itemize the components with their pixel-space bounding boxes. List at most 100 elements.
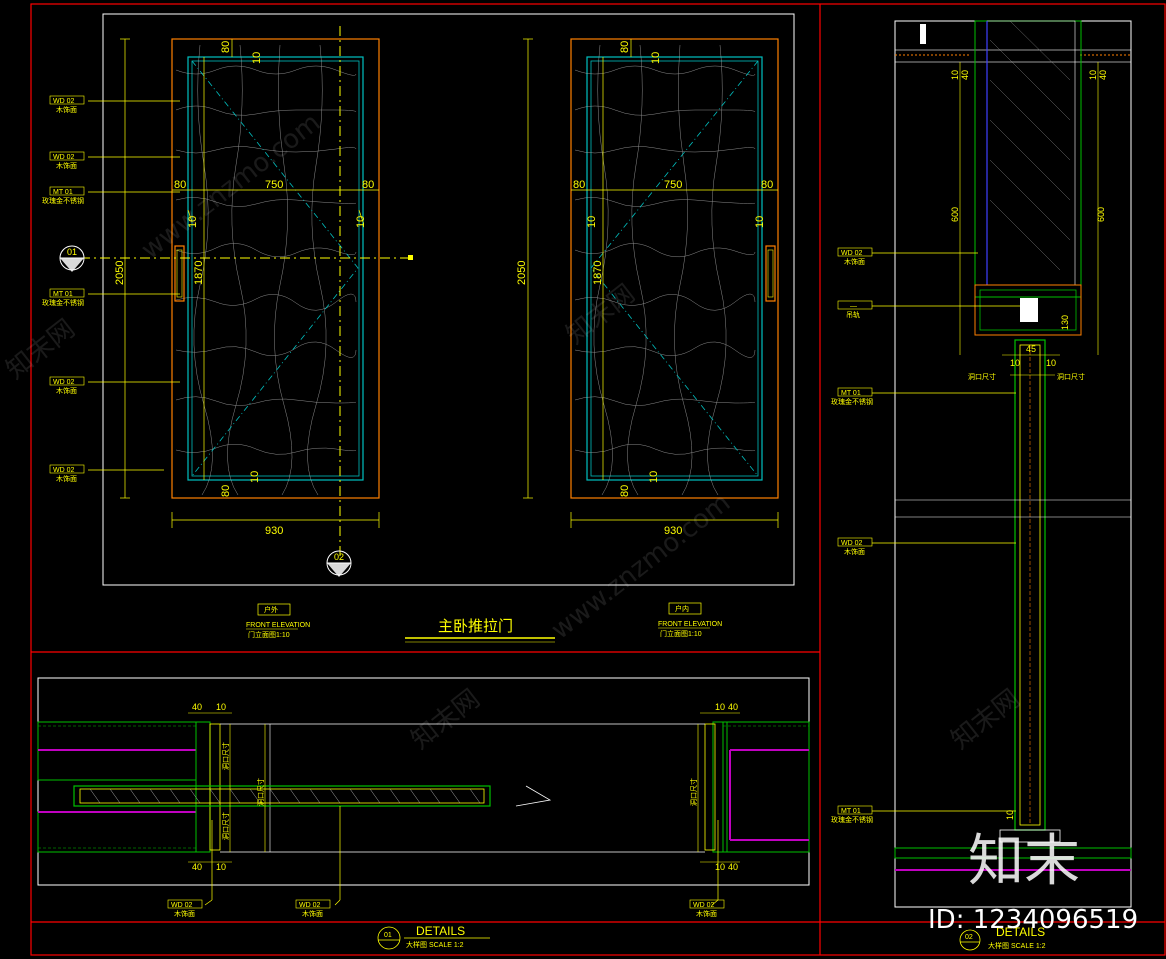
svg-text:玫瑰金不锈钢: 玫瑰金不锈钢 (42, 196, 84, 205)
svg-text:木饰面: 木饰面 (174, 909, 195, 918)
drawing-title: 主卧推拉门 (438, 617, 513, 635)
svg-text:吊轨: 吊轨 (846, 310, 860, 319)
d01-dim-10-tr: 10 (715, 702, 725, 712)
dim-930-left: 930 (265, 525, 283, 537)
dim-80-top-r: 80 (619, 41, 631, 53)
dim-750-r: 750 (664, 179, 682, 191)
d01-tag-1: WD 02 木饰面 (167, 899, 203, 918)
detail01-title: 01 DETAILS 大样图 SCALE 1:2 (377, 924, 490, 950)
d01-dim-40-tr: 40 (728, 702, 738, 712)
leaders-outside (88, 100, 180, 471)
detail01-dims (188, 712, 740, 863)
svg-text:木饰面: 木饰面 (56, 105, 77, 114)
dim-2050-left: 2050 (114, 261, 126, 285)
svg-text:玫瑰金不锈钢: 玫瑰金不锈钢 (42, 298, 84, 307)
d02-opening-2: 洞口尺寸 (1057, 372, 1085, 381)
d02-dim-10-e: 10 (1005, 810, 1015, 820)
dims-inside (523, 38, 779, 528)
d01-opening-3: 洞口尺寸 (256, 778, 265, 806)
dim-80-left-r: 80 (573, 179, 585, 191)
svg-text:02: 02 (334, 552, 344, 562)
d02-dim-10-b: 10 (1088, 70, 1098, 80)
dim-10-bottom-r: 10 (648, 471, 660, 483)
dim-10-right-r: 10 (754, 216, 766, 228)
detail01-leaders (204, 806, 719, 906)
d01-tag-2: WD 02 木饰面 (295, 899, 331, 918)
svg-text:02: 02 (965, 934, 973, 941)
dim-750: 750 (265, 179, 283, 191)
d02-dim-40-a: 40 (960, 70, 970, 80)
svg-text:WD 02: WD 02 (171, 902, 193, 909)
svg-text:01: 01 (384, 932, 392, 939)
d02-dim-600-b: 600 (1096, 207, 1106, 222)
d02-dim-40-b: 40 (1098, 70, 1108, 80)
svg-text:—: — (850, 303, 857, 310)
d02-opening-1: 洞口尺寸 (968, 372, 996, 381)
svg-text:MT 01: MT 01 (53, 291, 73, 298)
d02-tag-mt01-b: MT 01 玫瑰金不锈钢 (831, 805, 873, 824)
cad-drawing-canvas: 80 10 80 750 80 10 10 2050 1870 80 10 93… (1, 3, 1166, 956)
detail02-section (894, 20, 1132, 871)
d02-tag-rail: — 吊轨 (837, 300, 873, 319)
svg-text:WD 02: WD 02 (299, 902, 321, 909)
detail02-dims (959, 62, 1099, 376)
tag-mt01-b: MT 01 玫瑰金不锈钢 (42, 288, 85, 307)
label-outside: 户外 FRONT ELEVATION 门立面图1:10 (246, 603, 310, 639)
svg-text:知末网: 知末网 (406, 684, 486, 756)
d02-tag-mt01-a: MT 01 玫瑰金不锈钢 (831, 387, 873, 406)
svg-text:玫瑰金不锈钢: 玫瑰金不锈钢 (831, 397, 873, 406)
svg-text:WD 02: WD 02 (53, 154, 75, 161)
dim-10-left-r: 10 (586, 216, 598, 228)
tag-wd02-d: WD 02 木饰面 (49, 464, 85, 483)
svg-text:FRONT ELEVATION: FRONT ELEVATION (246, 622, 310, 629)
dim-1870-left: 1870 (193, 261, 205, 285)
tag-wd02-a: WD 02 木饰面 (49, 95, 85, 114)
elevation-viewport (102, 13, 795, 586)
d01-dim-10-tl: 10 (216, 702, 226, 712)
d01-dim-10-bl: 10 (216, 862, 226, 872)
dim-1870-right: 1870 (592, 261, 604, 285)
svg-text:户内: 户内 (675, 604, 689, 613)
dim-10-top-r: 10 (650, 52, 662, 64)
dim-80-bottom: 80 (220, 485, 232, 497)
svg-text:WD 02: WD 02 (53, 98, 75, 105)
svg-text:DETAILS: DETAILS (416, 924, 465, 938)
dim-2050-right: 2050 (516, 261, 528, 285)
d02-dim-600-a: 600 (950, 207, 960, 222)
d02-tag-wd02-b: WD 02 木饰面 (837, 537, 873, 556)
svg-text:大样图 SCALE 1:2: 大样图 SCALE 1:2 (988, 941, 1046, 950)
dim-10-top: 10 (251, 52, 263, 64)
svg-text:木饰面: 木饰面 (844, 547, 865, 556)
tag-mt01-a: MT 01 玫瑰金不锈钢 (42, 186, 85, 205)
svg-text:门立面图1:10: 门立面图1:10 (660, 629, 702, 638)
svg-text:木饰面: 木饰面 (844, 257, 865, 266)
d02-dim-10-d: 10 (1046, 358, 1056, 368)
tag-wd02-c: WD 02 木饰面 (49, 376, 85, 395)
dim-80-top: 80 (220, 41, 232, 53)
section-marker-02: 02 (326, 550, 352, 577)
d01-tag-3: WD 02 木饰面 (689, 899, 725, 918)
svg-text:WD 02: WD 02 (841, 540, 863, 547)
dim-10-bottom: 10 (249, 471, 261, 483)
svg-text:MT 01: MT 01 (841, 808, 861, 815)
d02-dim-10-a: 10 (950, 70, 960, 80)
svg-text:门立面图1:10: 门立面图1:10 (248, 630, 290, 639)
dim-10-right: 10 (355, 216, 367, 228)
watermark-group: www.znzmo.com 知末网 www.znzmo.com 知末网 知末网 … (1, 108, 1026, 756)
label-inside: 户内 FRONT ELEVATION 门立面图1:10 (658, 602, 722, 638)
d01-dim-40-br: 40 (728, 862, 738, 872)
d02-dim-45: 45 (1026, 344, 1036, 354)
d02-dim-10-c: 10 (1010, 358, 1020, 368)
svg-text:木饰面: 木饰面 (56, 474, 77, 483)
svg-text:WD 02: WD 02 (693, 902, 715, 909)
svg-text:01: 01 (67, 247, 77, 257)
tag-wd02-b: WD 02 木饰面 (49, 151, 85, 170)
svg-text:www.znzmo.com: www.znzmo.com (136, 108, 326, 266)
svg-text:WD 02: WD 02 (841, 250, 863, 257)
d01-opening-4: 洞口尺寸 (689, 778, 698, 806)
d02-dim-130: 130 (1060, 315, 1070, 330)
svg-text:知末网: 知末网 (946, 684, 1026, 756)
svg-text:户外: 户外 (264, 605, 278, 614)
section-marker-01: 01 (59, 245, 85, 272)
brand-watermark: 知末 (968, 829, 1080, 894)
